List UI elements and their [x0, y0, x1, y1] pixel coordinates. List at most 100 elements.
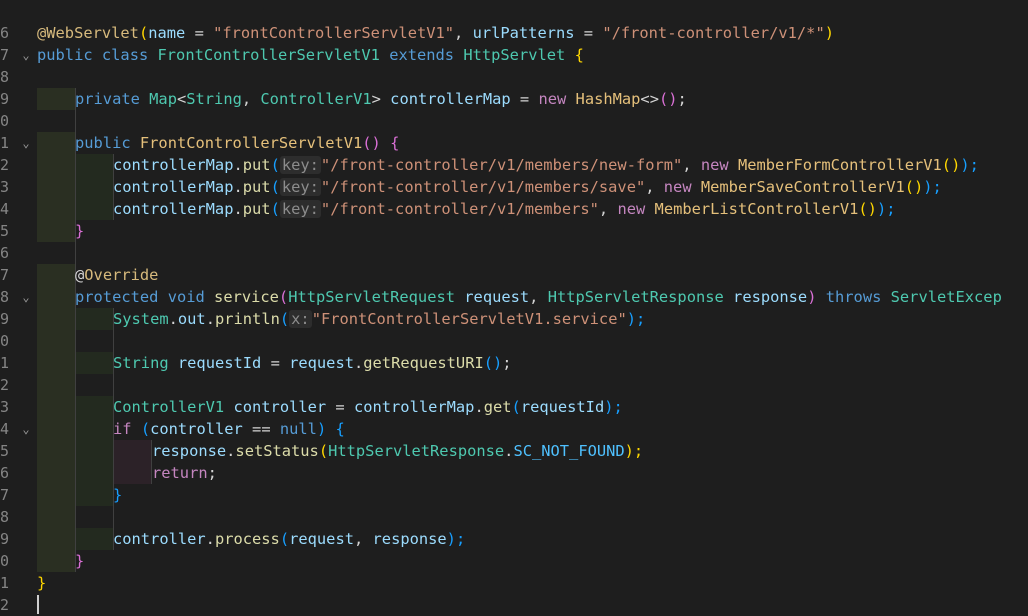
semicolon: ;: [207, 464, 217, 482]
variable: controllerMap: [113, 200, 234, 218]
param-hint: x:: [289, 310, 312, 328]
paren: (): [483, 354, 503, 372]
code-line[interactable]: 6 return;: [0, 462, 1028, 484]
code-line[interactable]: 0: [0, 110, 1028, 132]
operator: =: [326, 398, 354, 416]
code-editor[interactable]: 6 @WebServlet(name = "frontControllerSer…: [0, 0, 1028, 615]
keyword: throws: [825, 288, 882, 306]
keyword: public: [75, 134, 131, 152]
code-line[interactable]: 3 ControllerV1 controller = controllerMa…: [0, 396, 1028, 418]
annotation: @WebServlet: [37, 24, 139, 42]
code-line[interactable]: 5 response.setStatus(HttpServletResponse…: [0, 440, 1028, 462]
method-name: get: [483, 398, 512, 416]
chevron-down-icon[interactable]: ⌄: [19, 286, 33, 308]
operator: =: [261, 354, 290, 372]
dot: .: [205, 310, 215, 328]
code-line[interactable]: 0 }: [0, 550, 1028, 572]
string-literal: "frontControllerServletV1": [213, 24, 455, 42]
code-line[interactable]: 9 System.out.println(x: "FrontControllerS…: [0, 308, 1028, 330]
type-name: Map: [149, 90, 177, 108]
code-line[interactable]: 2 controllerMap.put(key: "/front-controll…: [0, 154, 1028, 176]
comma: ,: [529, 288, 548, 306]
variable: controllerMap: [390, 90, 511, 108]
code-line[interactable]: 0: [0, 330, 1028, 352]
code-line[interactable]: 4 ⌄ if (controller == null) {: [0, 418, 1028, 440]
line-number: 3: [0, 398, 10, 416]
keyword: extends: [389, 46, 455, 64]
code-line[interactable]: 6: [0, 242, 1028, 264]
string-literal: "/front-controller/v1/members/save": [320, 178, 646, 196]
code-line[interactable]: 3 controllerMap.put(key: "/front-controll…: [0, 176, 1028, 198]
code-line[interactable]: 7 @Override: [0, 264, 1028, 286]
type-name: String: [186, 90, 242, 108]
param-hint: key:: [279, 178, 321, 196]
code-line[interactable]: 1 String requestId = request.getRequestU…: [0, 352, 1028, 374]
paren: );: [604, 398, 623, 416]
code-line[interactable]: 8: [0, 66, 1028, 88]
line-number: 6: [0, 464, 10, 482]
code-line[interactable]: 6 @WebServlet(name = "frontControllerSer…: [0, 22, 1028, 44]
paren: );: [626, 310, 646, 328]
code-line[interactable]: 1 ⌄ public FrontControllerServletV1() {: [0, 132, 1028, 154]
annotation: Override: [84, 266, 159, 284]
line-number: 6: [0, 24, 10, 42]
class-name: HttpServletResponse: [328, 442, 505, 460]
method-name: put: [242, 200, 271, 218]
type-name: ServletExcep: [890, 288, 1002, 306]
keyword: protected: [75, 288, 159, 306]
dot: .: [168, 310, 178, 328]
line-number: 9: [0, 90, 10, 108]
operator: =: [510, 90, 539, 108]
code-line[interactable]: 8 ⌄ protected void service(HttpServletRe…: [0, 286, 1028, 308]
line-number: 0: [0, 552, 10, 570]
paren: ): [807, 288, 817, 306]
param: name: [148, 24, 186, 42]
method-name: println: [214, 310, 280, 328]
paren: (): [658, 90, 678, 108]
paren: (: [270, 178, 280, 196]
code-line[interactable]: 1 }: [0, 572, 1028, 594]
code-line[interactable]: 7 ⌄ public class FrontControllerServletV…: [0, 44, 1028, 66]
type-name: String: [113, 354, 169, 372]
brace: }: [75, 552, 85, 570]
line-number: 8: [0, 288, 10, 306]
code-line[interactable]: 7 }: [0, 484, 1028, 506]
keyword: new: [538, 90, 567, 108]
variable: controller: [150, 420, 243, 438]
code-line[interactable]: 9 controller.process(request, response);: [0, 528, 1028, 550]
chevron-down-icon[interactable]: ⌄: [19, 132, 33, 154]
code-line[interactable]: 2: [0, 594, 1028, 616]
type-name: ControllerV1: [113, 398, 225, 416]
brace: }: [37, 574, 47, 592]
code-line[interactable]: 2: [0, 374, 1028, 396]
brace: }: [75, 222, 85, 240]
operator: =: [574, 24, 603, 42]
dot: .: [353, 354, 364, 372]
keyword: new: [617, 200, 646, 218]
code-line[interactable]: 4 controllerMap.put(key: "/front-controll…: [0, 198, 1028, 220]
paren: ): [824, 24, 834, 42]
string-literal: "/front-controller/v1/members": [320, 200, 599, 218]
paren: (: [270, 156, 280, 174]
code-line[interactable]: 8: [0, 506, 1028, 528]
paren: (: [278, 288, 289, 306]
keyword: class: [101, 46, 149, 64]
paren: (: [511, 398, 521, 416]
line-number: 4: [0, 200, 10, 218]
line-number: 0: [0, 332, 10, 350]
variable: request: [289, 354, 354, 372]
line-number: 2: [0, 376, 10, 394]
paren: (): [941, 156, 961, 174]
method-name: put: [242, 156, 271, 174]
line-number: 7: [0, 266, 10, 284]
semicolon: ;: [502, 354, 512, 372]
code-line[interactable]: 5 }: [0, 220, 1028, 242]
chevron-down-icon[interactable]: ⌄: [19, 44, 33, 66]
code-line[interactable]: 9 private Map<String, ControllerV1> cont…: [0, 88, 1028, 110]
paren: (: [138, 24, 149, 42]
chevron-down-icon[interactable]: ⌄: [19, 418, 33, 440]
paren: );: [923, 178, 942, 196]
line-number: 6: [0, 244, 10, 262]
operator: <: [176, 90, 187, 108]
param-hint: key:: [279, 156, 321, 174]
